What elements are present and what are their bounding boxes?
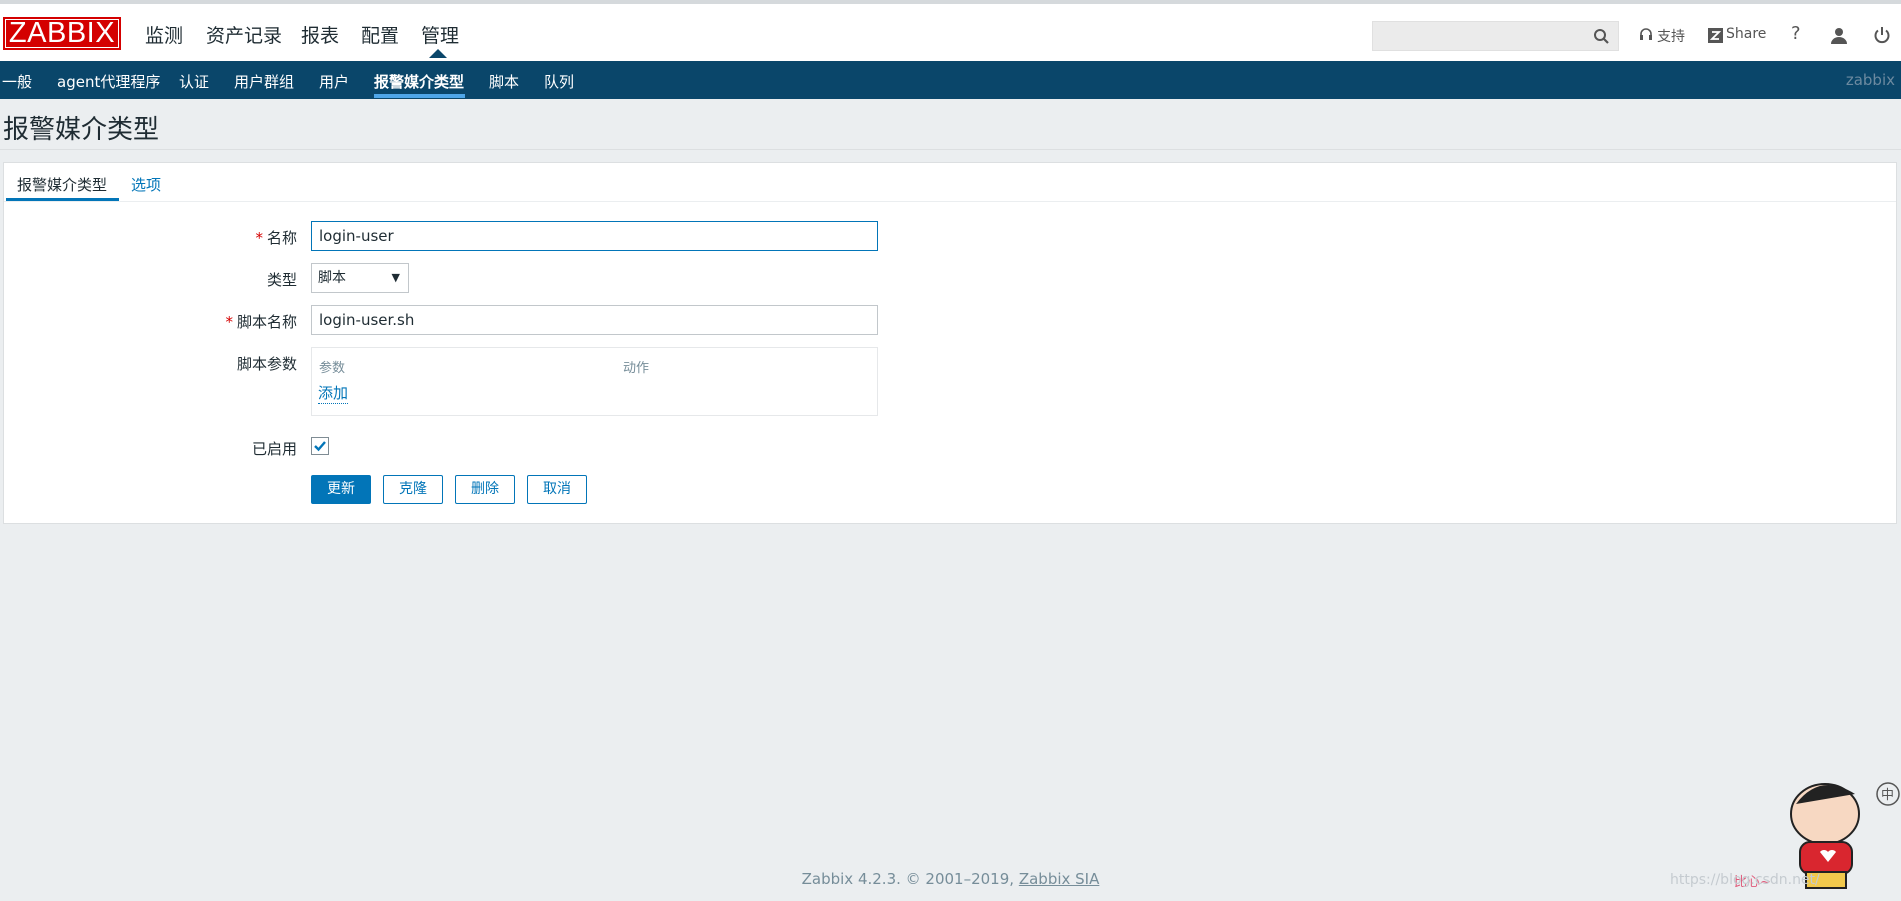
main-menu-inventory[interactable]: 资产记录 [206, 21, 282, 48]
cancel-button[interactable]: 取消 [527, 475, 587, 504]
sub-menu-authentication[interactable]: 认证 [179, 71, 209, 92]
media-type-form-panel: 报警媒介类型 选项 * 名称 login-user 类型 脚本 ▼ * 脚本名称 l… [3, 162, 1897, 524]
script-name-label: * 脚本名称 [137, 311, 297, 332]
checkmark-icon [314, 441, 326, 452]
required-marker: * [225, 313, 233, 331]
top-header: ZABBIX 监测 资产记录 报表 配置 管理 支持 Share ? [0, 0, 1901, 61]
footer-company-link[interactable]: Zabbix SIA [1019, 870, 1100, 888]
search-icon[interactable] [1593, 28, 1610, 45]
sub-menu-user-groups[interactable]: 用户群组 [234, 71, 294, 92]
sub-menu-users[interactable]: 用户 [319, 71, 349, 92]
headset-icon [1640, 28, 1652, 40]
type-select-value: 脚本 [318, 270, 346, 286]
sub-menu-scripts[interactable]: 脚本 [489, 71, 519, 92]
watermark: https://blog.csdn.net/ [1670, 872, 1820, 888]
footer-version: Zabbix 4.2.3. © 2001–2019, [801, 870, 1015, 888]
search-input[interactable] [1372, 21, 1619, 51]
sub-menu: 一般 agent代理程序 认证 用户群组 用户 报警媒介类型 脚本 队列 zab… [0, 61, 1901, 99]
tabs-divider [4, 201, 1896, 202]
active-submenu-underline [374, 94, 465, 98]
sub-menu-general[interactable]: 一般 [2, 71, 32, 92]
script-name-label-text: 脚本名称 [236, 313, 297, 331]
main-menu-configuration[interactable]: 配置 [361, 21, 399, 48]
tab-media-type[interactable]: 报警媒介类型 [17, 174, 107, 195]
active-menu-indicator [429, 49, 447, 58]
script-name-input[interactable]: login-user.sh [311, 305, 878, 335]
share-icon [1708, 28, 1723, 43]
svg-text:中: 中 [1881, 788, 1894, 803]
dropdown-caret-icon: ▼ [391, 271, 400, 284]
main-menu-monitoring[interactable]: 监测 [145, 21, 183, 48]
type-label: 类型 [266, 271, 297, 289]
sub-menu-media-types[interactable]: 报警媒介类型 [374, 71, 464, 92]
sub-menu-queue[interactable]: 队列 [544, 71, 574, 92]
name-label-text: 名称 [266, 229, 297, 247]
server-name: zabbix [1845, 71, 1895, 89]
tab-options[interactable]: 选项 [131, 174, 161, 195]
share-link[interactable]: Share [1726, 26, 1766, 42]
help-icon[interactable]: ? [1791, 23, 1801, 44]
params-header-param: 参数 [319, 361, 346, 376]
zabbix-logo[interactable]: ZABBIX [3, 17, 121, 50]
enabled-checkbox[interactable] [311, 437, 329, 455]
enabled-label: 已启用 [251, 440, 297, 458]
sub-menu-proxies[interactable]: agent代理程序 [57, 71, 160, 92]
add-param-link[interactable]: 添加 [318, 382, 349, 404]
power-icon[interactable] [1873, 26, 1891, 44]
update-button[interactable]: 更新 [311, 475, 371, 504]
script-params-table: 参数 动作 添加 [311, 347, 878, 416]
params-header-action: 动作 [623, 361, 650, 376]
clone-button[interactable]: 克隆 [383, 475, 443, 504]
user-profile-icon[interactable] [1830, 27, 1848, 44]
required-marker: * [255, 229, 263, 247]
script-params-label: 脚本参数 [236, 355, 297, 373]
main-menu-reports[interactable]: 报表 [301, 21, 339, 48]
main-menu-administration[interactable]: 管理 [421, 21, 459, 48]
type-select[interactable]: 脚本 ▼ [311, 263, 409, 293]
title-divider [0, 149, 1901, 150]
footer: Zabbix 4.2.3. © 2001–2019, Zabbix SIA [0, 870, 1901, 888]
support-link[interactable]: 支持 [1657, 26, 1685, 46]
delete-button[interactable]: 删除 [455, 475, 515, 504]
name-input[interactable]: login-user [311, 221, 878, 251]
page-title: 报警媒介类型 [3, 115, 160, 145]
name-label: * 名称 [137, 227, 297, 248]
